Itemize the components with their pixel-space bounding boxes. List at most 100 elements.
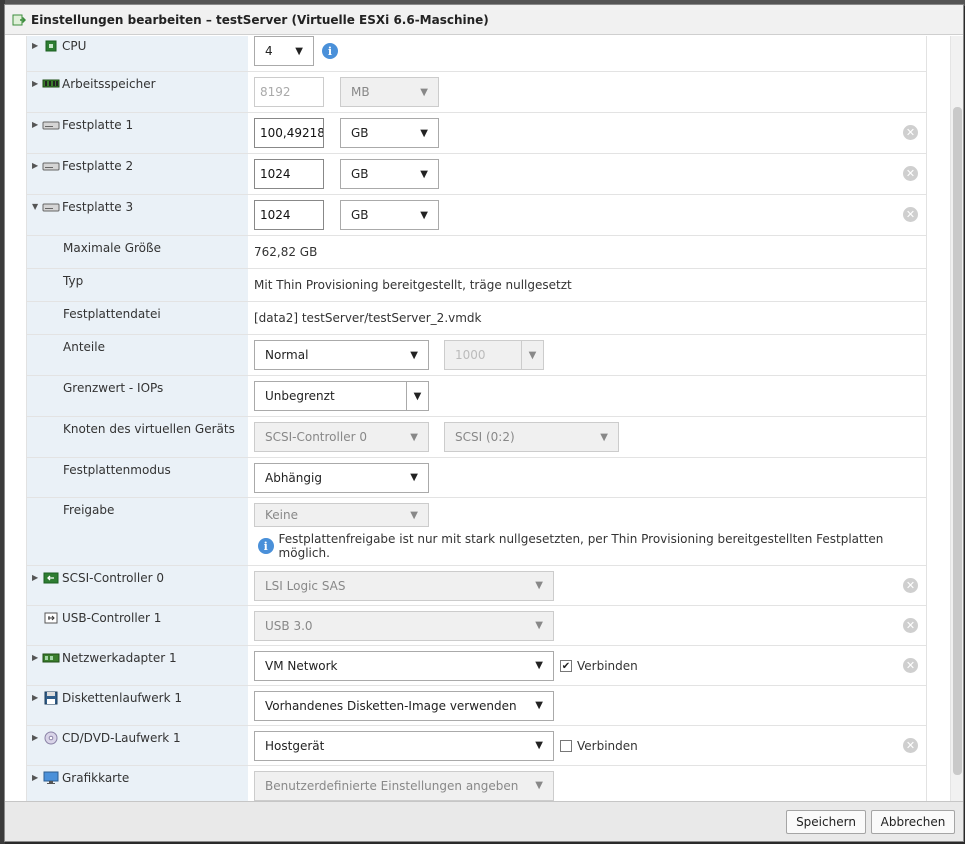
row-value: Hostgerät ▼ Verbinden ✕ [248,726,926,765]
remove-icon[interactable]: ✕ [903,166,918,181]
row-label: ▶ Diskettenlaufwerk 1 [27,686,248,725]
cpu-select[interactable]: 4 ▼ [254,36,314,66]
disk-mode-select[interactable]: Abhängig ▼ [254,462,429,493]
memory-unit-select[interactable]: MB ▼ [340,77,439,107]
dialog-titlebar: Einstellungen bearbeiten – testServer (V… [5,5,963,35]
remove-icon[interactable]: ✕ [903,657,918,673]
usb-select[interactable]: USB 3.0 ▼ [254,610,554,641]
floppy-icon [44,691,58,705]
row-shares: Anteile Normal ▼ 1000 ▼ [27,335,926,376]
scrollbar-thumb[interactable] [953,107,962,775]
vertical-scrollbar[interactable] [950,36,963,801]
memory-icon [42,79,60,88]
row-label: Grenzwert - IOPs [27,376,248,416]
disk2-unit-select[interactable]: GB ▼ [340,159,439,189]
shares-select[interactable]: Normal ▼ [254,340,429,370]
expand-icon[interactable]: ▶ [32,653,42,662]
network-label: Netzwerkadapter 1 [62,651,177,665]
row-label: ▶ Grafikkarte [27,766,248,801]
row-label: Festplattendatei [27,302,248,334]
shares-amount: 1000 [455,348,486,362]
info-icon[interactable]: i [322,43,338,59]
row-value: Normal ▼ 1000 ▼ [248,335,926,375]
remove-icon[interactable]: ✕ [903,617,918,633]
remove-icon[interactable]: ✕ [903,207,918,222]
disk-file-label: Festplattendatei [63,307,161,321]
vdev-controller: SCSI-Controller 0 [265,430,367,444]
disk3-size: 1024 [260,208,291,222]
row-vdev-node: Knoten des virtuellen Geräts SCSI-Contro… [27,417,926,458]
memory-unit: MB [351,85,370,99]
vdev-node-label: Knoten des virtuellen Geräts [63,422,235,436]
disk3-size-input[interactable]: 1024 [254,200,324,230]
disk2-size: 1024 [260,167,291,181]
expand-icon[interactable]: ▶ [32,79,42,88]
expand-icon[interactable]: ▶ [32,693,42,702]
row-value: Keine ▼ i Festplattenfreigabe ist nur mi… [248,498,926,565]
remove-icon[interactable]: ✕ [903,737,918,753]
expand-icon[interactable]: ▶ [32,120,42,129]
cdrom-select[interactable]: Hostgerät ▼ [254,730,554,761]
gpu-select[interactable]: Benutzerdefinierte Einstellungen angeben… [254,770,554,801]
disk2-size-input[interactable]: 1024 [254,159,324,189]
disk1-unit-select[interactable]: GB ▼ [340,118,439,148]
row-iops: Grenzwert - IOPs Unbegrenzt ▼ [27,376,926,417]
row-value: 1024 GB ▼ ✕ [248,154,926,194]
row-value: 8192 MB ▼ [248,72,926,112]
sharing-select[interactable]: Keine ▼ [254,503,429,527]
checkbox-unchecked-icon[interactable] [560,739,572,752]
disk2-label: Festplatte 2 [62,159,134,173]
usb-icon [44,612,58,624]
remove-icon[interactable]: ✕ [903,577,918,593]
expand-icon[interactable]: ▶ [32,733,42,742]
chevron-down-icon: ▼ [410,431,418,443]
expand-icon[interactable]: ▶ [32,573,42,582]
chevron-down-icon: ▼ [420,168,428,180]
cancel-button[interactable]: Abbrechen [871,810,955,834]
checkbox-checked-icon[interactable]: ✔ [560,659,572,672]
remove-icon[interactable]: ✕ [903,125,918,140]
expand-icon[interactable]: ▶ [32,161,42,170]
cd-dvd-icon [44,731,58,745]
hard-disk-icon [42,203,60,212]
row-value: VM Network ▼ ✔ Verbinden ✕ [248,646,926,685]
disk1-size-input[interactable]: 100,49218 [254,118,324,148]
row-value: 1024 GB ▼ ✕ [248,195,926,235]
floppy-select[interactable]: Vorhandenes Disketten-Image verwenden ▼ [254,690,554,721]
chevron-down-icon: ▼ [535,700,543,711]
scsi-select[interactable]: LSI Logic SAS ▼ [254,570,554,601]
row-value: SCSI-Controller 0 ▼ SCSI (0:2) ▼ [248,417,926,457]
sharing-info-text: Festplattenfreigabe ist nur mit stark nu… [278,532,884,560]
shares-value: Normal [265,348,309,362]
disk3-unit-select[interactable]: GB ▼ [340,200,439,230]
vdev-slot-select[interactable]: SCSI (0:2) ▼ [444,422,619,452]
chevron-down-icon: ▼ [406,382,428,410]
chevron-down-icon: ▼ [535,780,543,791]
network-select[interactable]: VM Network ▼ [254,650,554,681]
memory-input[interactable]: 8192 [254,77,324,107]
row-label: ▶ CPU [27,36,248,71]
cdrom-value: Hostgerät [265,738,325,753]
memory-label: Arbeitsspeicher [62,77,156,91]
vdev-controller-select[interactable]: SCSI-Controller 0 ▼ [254,422,429,452]
row-label: ▶ Arbeitsspeicher [27,72,248,112]
network-connect-checkbox[interactable]: ✔ Verbinden [560,659,638,673]
expand-icon[interactable]: ▶ [32,773,42,782]
hard-disk-icon [42,121,60,130]
collapse-icon[interactable]: ▼ [32,202,42,211]
row-value: [data2] testServer/testServer_2.vmdk [248,302,926,334]
save-button[interactable]: Speichern [786,810,866,834]
chevron-down-icon: ▼ [420,86,428,98]
row-label: Typ [27,269,248,301]
cdrom-connect-checkbox[interactable]: Verbinden [560,739,638,753]
iops-select[interactable]: Unbegrenzt ▼ [254,381,429,411]
row-label: USB-Controller 1 [27,606,248,645]
max-size-label: Maximale Größe [63,241,161,255]
expand-icon[interactable]: ▶ [32,41,42,50]
row-scsi: ▶ SCSI-Controller 0 LSI Logic SAS ▼ ✕ [27,566,926,606]
type-label: Typ [63,274,84,288]
chevron-down-icon: ▼ [535,740,543,751]
shares-amount-select[interactable]: 1000 ▼ [444,340,544,370]
network-adapter-icon [42,653,60,663]
cpu-label: CPU [62,39,87,53]
